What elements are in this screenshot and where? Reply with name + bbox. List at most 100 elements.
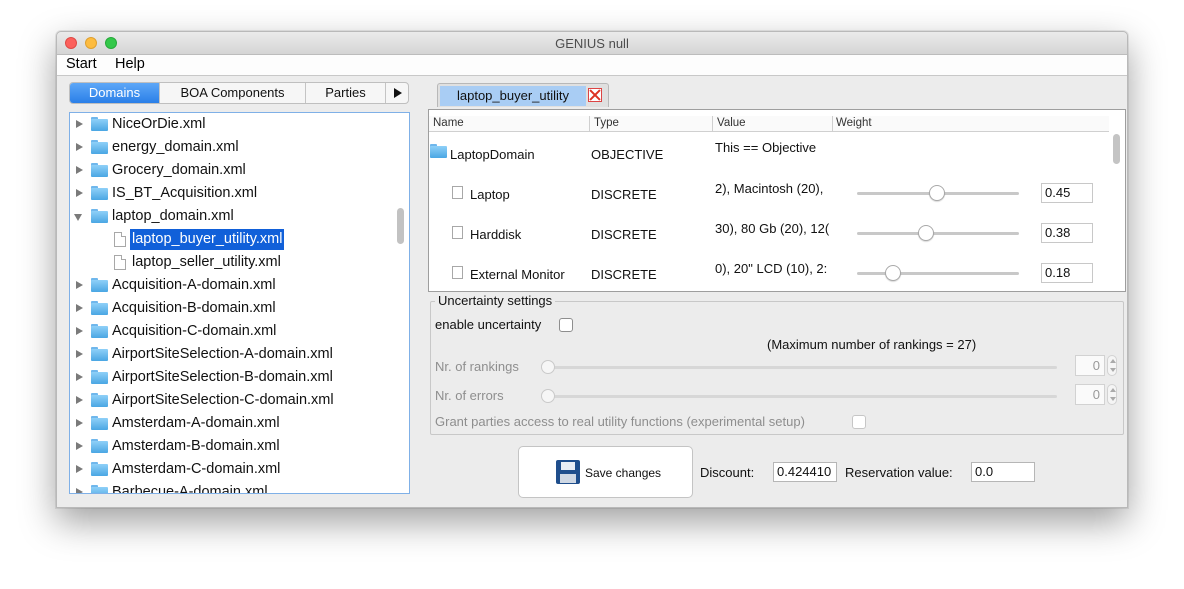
tree-item-label: laptop_domain.xml bbox=[112, 208, 234, 224]
tree-item[interactable]: Acquisition-B-domain.xml bbox=[70, 297, 390, 320]
domain-tree[interactable]: NiceOrDie.xml energy_domain.xml Grocery_do… bbox=[69, 112, 410, 494]
rankings-spinner-arrows[interactable] bbox=[1107, 355, 1117, 376]
tree-item[interactable]: Acquisition-C-domain.xml bbox=[70, 320, 390, 343]
menu-help[interactable]: Help bbox=[115, 56, 145, 72]
tab-scroll-right-icon[interactable] bbox=[386, 83, 408, 103]
tree-item[interactable]: Acquisition-A-domain.xml bbox=[70, 274, 390, 297]
tree-item-label: Barbecue-A-domain.xml bbox=[112, 484, 268, 494]
weight-slider[interactable] bbox=[857, 265, 1019, 281]
tree-item[interactable]: Amsterdam-B-domain.xml bbox=[70, 435, 390, 458]
errors-spinner-arrows[interactable] bbox=[1107, 384, 1117, 405]
max-rankings-note: (Maximum number of rankings = 27) bbox=[767, 337, 977, 352]
folder-icon bbox=[91, 370, 108, 384]
rankings-spinner[interactable]: 0 bbox=[1075, 355, 1105, 376]
tree-item[interactable]: laptop_domain.xml bbox=[70, 205, 390, 228]
expand-right-icon[interactable] bbox=[76, 465, 83, 473]
save-changes-button[interactable]: Save changes bbox=[518, 446, 693, 498]
weight-field[interactable]: 0.18 bbox=[1041, 263, 1093, 283]
table-scrollbar[interactable] bbox=[1113, 134, 1120, 164]
errors-slider[interactable] bbox=[541, 389, 1057, 403]
row-type: DISCRETE bbox=[591, 187, 657, 202]
reservation-value-field[interactable]: 0.0 bbox=[971, 462, 1035, 482]
expand-right-icon[interactable] bbox=[76, 396, 83, 404]
tree-item[interactable]: energy_domain.xml bbox=[70, 136, 390, 159]
expand-right-icon[interactable] bbox=[76, 166, 83, 174]
weight-slider[interactable] bbox=[857, 225, 1019, 241]
rankings-slider-thumb[interactable] bbox=[541, 360, 555, 374]
expand-right-icon[interactable] bbox=[76, 327, 83, 335]
save-changes-label: Save changes bbox=[585, 466, 662, 480]
expand-right-icon[interactable] bbox=[76, 120, 83, 128]
weight-slider-thumb[interactable] bbox=[885, 265, 901, 281]
tree-item-label: IS_BT_Acquisition.xml bbox=[112, 185, 258, 201]
folder-icon bbox=[91, 324, 108, 338]
row-type: DISCRETE bbox=[591, 227, 657, 242]
close-tab-icon[interactable] bbox=[588, 88, 602, 102]
title-bar: GENIUS null bbox=[57, 32, 1127, 55]
tree-item[interactable]: Barbecue-A-domain.xml bbox=[70, 481, 390, 494]
expand-right-icon[interactable] bbox=[76, 304, 83, 312]
row-value: 0), 20" LCD (10), 2: bbox=[715, 261, 828, 276]
floppy-disk-icon bbox=[556, 460, 580, 484]
tree-item[interactable]: AirportSiteSelection-B-domain.xml bbox=[70, 366, 390, 389]
tree-item[interactable]: IS_BT_Acquisition.xml bbox=[70, 182, 390, 205]
discount-label: Discount: bbox=[700, 465, 755, 480]
column-header-value: Value bbox=[717, 117, 746, 129]
tree-item-label: energy_domain.xml bbox=[112, 139, 239, 155]
enable-uncertainty-checkbox[interactable] bbox=[559, 318, 573, 332]
weight-field[interactable]: 0.45 bbox=[1041, 183, 1093, 203]
expand-right-icon[interactable] bbox=[76, 419, 83, 427]
expand-right-icon[interactable] bbox=[76, 281, 83, 289]
tree-item[interactable]: AirportSiteSelection-A-domain.xml bbox=[70, 343, 390, 366]
tree-item[interactable]: NiceOrDie.xml bbox=[70, 113, 390, 136]
tree-item-label: Amsterdam-C-domain.xml bbox=[112, 461, 281, 477]
uncertainty-settings-title: Uncertainty settings bbox=[435, 293, 556, 308]
discount-field[interactable]: 0.424410 bbox=[773, 462, 837, 482]
tab-boa-components[interactable]: BOA Components bbox=[160, 83, 306, 103]
tree-item-label: AirportSiteSelection-A-domain.xml bbox=[112, 346, 333, 362]
tree-item-label: AirportSiteSelection-B-domain.xml bbox=[112, 369, 333, 385]
expand-right-icon[interactable] bbox=[76, 189, 83, 197]
file-icon bbox=[114, 255, 126, 270]
enable-uncertainty-label: enable uncertainty bbox=[435, 317, 542, 332]
errors-slider-thumb[interactable] bbox=[541, 389, 555, 403]
tree-item-label: Acquisition-B-domain.xml bbox=[112, 300, 276, 316]
tree-item[interactable]: AirportSiteSelection-C-domain.xml bbox=[70, 389, 390, 412]
expand-right-icon[interactable] bbox=[76, 442, 83, 450]
expand-right-icon[interactable] bbox=[76, 350, 83, 358]
tree-item[interactable]: Amsterdam-A-domain.xml bbox=[70, 412, 390, 435]
grant-access-label: Grant parties access to real utility fun… bbox=[435, 414, 805, 429]
tree-item[interactable]: laptop_seller_utility.xml bbox=[70, 251, 390, 274]
folder-icon bbox=[91, 278, 108, 292]
expand-down-icon[interactable] bbox=[74, 214, 82, 221]
folder-icon bbox=[91, 347, 108, 361]
expand-right-icon[interactable] bbox=[76, 488, 83, 493]
editor-tab[interactable]: laptop_buyer_utility bbox=[437, 83, 609, 107]
rankings-slider[interactable] bbox=[541, 360, 1057, 374]
errors-spinner[interactable]: 0 bbox=[1075, 384, 1105, 405]
row-type: OBJECTIVE bbox=[591, 147, 664, 162]
tree-item[interactable]: Amsterdam-C-domain.xml bbox=[70, 458, 390, 481]
folder-icon bbox=[430, 144, 447, 158]
expand-right-icon[interactable] bbox=[76, 373, 83, 381]
tab-parties[interactable]: Parties bbox=[306, 83, 386, 103]
tree-scrollbar[interactable] bbox=[397, 208, 404, 244]
weight-slider-thumb[interactable] bbox=[929, 185, 945, 201]
folder-icon bbox=[91, 117, 108, 131]
tab-domains[interactable]: Domains bbox=[70, 83, 160, 103]
tree-item[interactable]: laptop_buyer_utility.xml bbox=[70, 228, 390, 251]
row-name: Laptop bbox=[470, 187, 510, 202]
tree-item[interactable]: Grocery_domain.xml bbox=[70, 159, 390, 182]
weight-field[interactable]: 0.38 bbox=[1041, 223, 1093, 243]
row-value: This == Objective bbox=[715, 140, 817, 155]
folder-icon bbox=[91, 439, 108, 453]
table-header: Name Type Value Weight bbox=[429, 116, 1109, 132]
expand-right-icon[interactable] bbox=[76, 143, 83, 151]
file-icon bbox=[452, 186, 463, 199]
row-value: 30), 80 Gb (20), 12( bbox=[715, 221, 830, 236]
weight-slider[interactable] bbox=[857, 185, 1019, 201]
menu-start[interactable]: Start bbox=[66, 56, 97, 72]
weight-slider-thumb[interactable] bbox=[918, 225, 934, 241]
row-value: 2), Macintosh (20), bbox=[715, 181, 824, 196]
grant-access-checkbox[interactable] bbox=[852, 415, 866, 429]
